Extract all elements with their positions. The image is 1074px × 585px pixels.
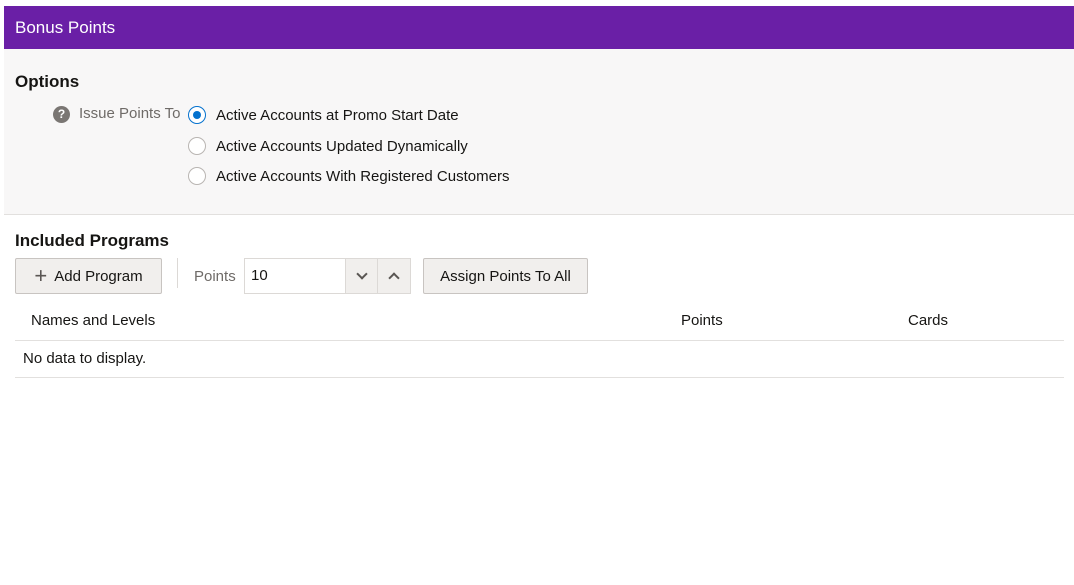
included-programs-title: Included Programs xyxy=(15,231,169,250)
radio-registered-customers[interactable]: Active Accounts With Registered Customer… xyxy=(188,166,509,186)
radio-button[interactable] xyxy=(188,137,206,155)
issue-points-to-label: Issue Points To xyxy=(79,105,181,122)
points-label: Points xyxy=(194,268,236,285)
decrement-points-button[interactable] xyxy=(345,258,378,294)
points-input[interactable]: 10 xyxy=(244,258,345,294)
radio-label: Active Accounts With Registered Customer… xyxy=(216,167,510,185)
question-circle-icon[interactable]: ? xyxy=(53,106,70,123)
increment-points-button[interactable] xyxy=(378,258,411,294)
radio-promo-start-date[interactable]: Active Accounts at Promo Start Date xyxy=(188,105,459,125)
page-title: Bonus Points xyxy=(15,18,116,37)
radio-button-checked[interactable] xyxy=(188,106,206,124)
column-header-names-and-levels[interactable]: Names and Levels xyxy=(31,312,155,329)
options-title: Options xyxy=(15,72,80,91)
radio-label: Active Accounts Updated Dynamically xyxy=(216,137,468,155)
radio-button[interactable] xyxy=(188,167,206,185)
chevron-up-icon xyxy=(388,272,400,284)
column-header-cards[interactable]: Cards xyxy=(908,312,948,329)
table-empty-row: No data to display. xyxy=(15,341,1064,378)
no-data-message: No data to display. xyxy=(23,350,147,367)
column-header-points[interactable]: Points xyxy=(681,312,723,329)
options-panel: Options ? Issue Points To Active Account… xyxy=(4,49,1074,215)
programs-table: Names and Levels Points Cards No data to… xyxy=(15,303,1064,378)
radio-updated-dynamically[interactable]: Active Accounts Updated Dynamically xyxy=(188,136,468,156)
add-program-button[interactable]: + Add Program xyxy=(15,258,162,294)
assign-points-to-all-button[interactable]: Assign Points To All xyxy=(423,258,588,294)
page-header: Bonus Points xyxy=(4,6,1074,49)
toolbar-divider xyxy=(177,258,178,288)
assign-points-label: Assign Points To All xyxy=(440,267,571,285)
add-program-label: Add Program xyxy=(54,267,143,285)
plus-icon: + xyxy=(34,263,48,288)
radio-label: Active Accounts at Promo Start Date xyxy=(216,106,459,124)
chevron-down-icon xyxy=(356,268,368,280)
table-header-row: Names and Levels Points Cards xyxy=(15,303,1064,341)
